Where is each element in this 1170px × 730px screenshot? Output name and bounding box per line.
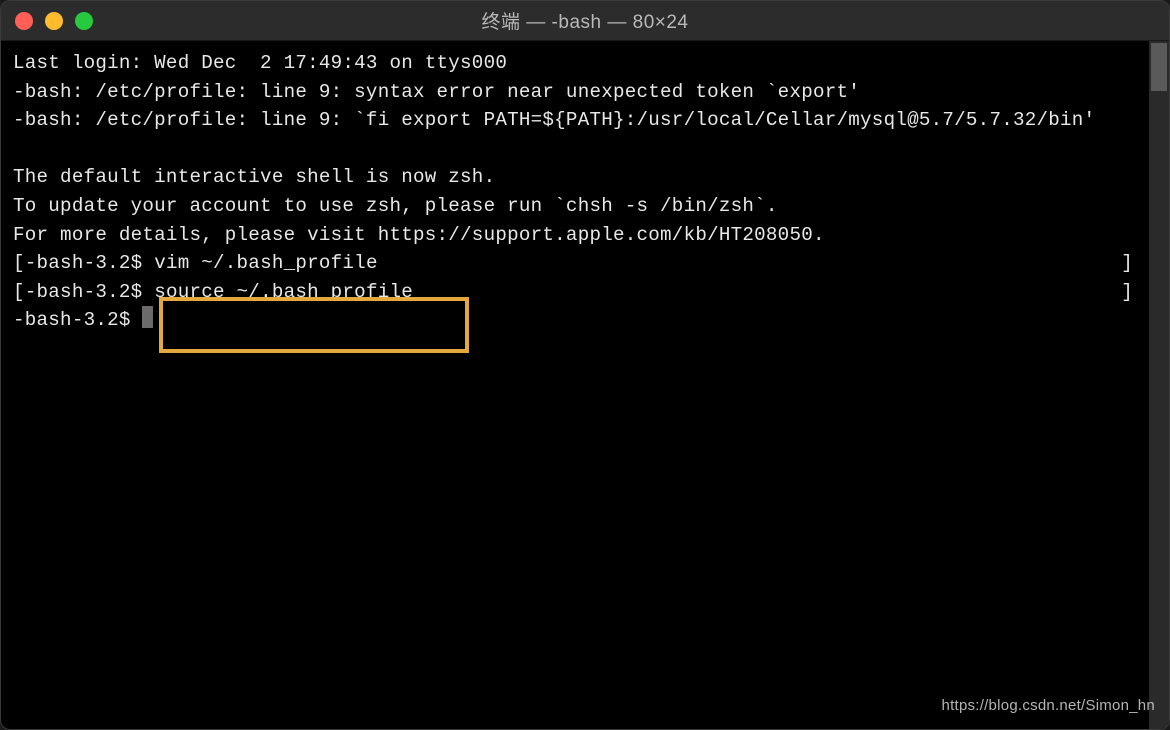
maximize-icon[interactable] — [75, 12, 93, 30]
terminal-output-line: The default interactive shell is now zsh… — [13, 163, 1157, 192]
blank-line — [13, 135, 1157, 164]
terminal-output-line: For more details, please visit https://s… — [13, 221, 1157, 250]
prompt-prefix: [-bash-3.2$ — [13, 278, 154, 307]
terminal-body[interactable]: Last login: Wed Dec 2 17:49:43 on ttys00… — [1, 41, 1169, 729]
terminal-output-line: To update your account to use zsh, pleas… — [13, 192, 1157, 221]
command-text: vim ~/.bash_profile — [154, 249, 378, 278]
close-icon[interactable] — [15, 12, 33, 30]
terminal-output-line: -bash: /etc/profile: line 9: `fi export … — [13, 106, 1157, 135]
prompt-line[interactable]: -bash-3.2$ — [13, 306, 1157, 335]
titlebar[interactable]: 终端 — -bash — 80×24 — [1, 1, 1169, 41]
prompt-line: [-bash-3.2$ vim ~/.bash_profile] — [13, 249, 1157, 278]
command-text: source ~/.bash_profile — [154, 278, 413, 307]
prompt-prefix: -bash-3.2$ — [13, 306, 142, 335]
traffic-lights — [15, 12, 93, 30]
watermark-text: https://blog.csdn.net/Simon_hn — [942, 695, 1155, 717]
minimize-icon[interactable] — [45, 12, 63, 30]
window-title: 终端 — -bash — 80×24 — [481, 7, 688, 34]
prompt-prefix: [-bash-3.2$ — [13, 249, 154, 278]
cursor-icon — [142, 306, 153, 328]
scrollbar-track[interactable] — [1149, 41, 1169, 729]
terminal-window: 终端 — -bash — 80×24 Last login: Wed Dec 2… — [0, 0, 1170, 730]
terminal-output-line: Last login: Wed Dec 2 17:49:43 on ttys00… — [13, 49, 1157, 78]
prompt-line: [-bash-3.2$ source ~/.bash_profile] — [13, 278, 1157, 307]
terminal-output-line: -bash: /etc/profile: line 9: syntax erro… — [13, 78, 1157, 107]
scrollbar-thumb[interactable] — [1151, 43, 1167, 91]
